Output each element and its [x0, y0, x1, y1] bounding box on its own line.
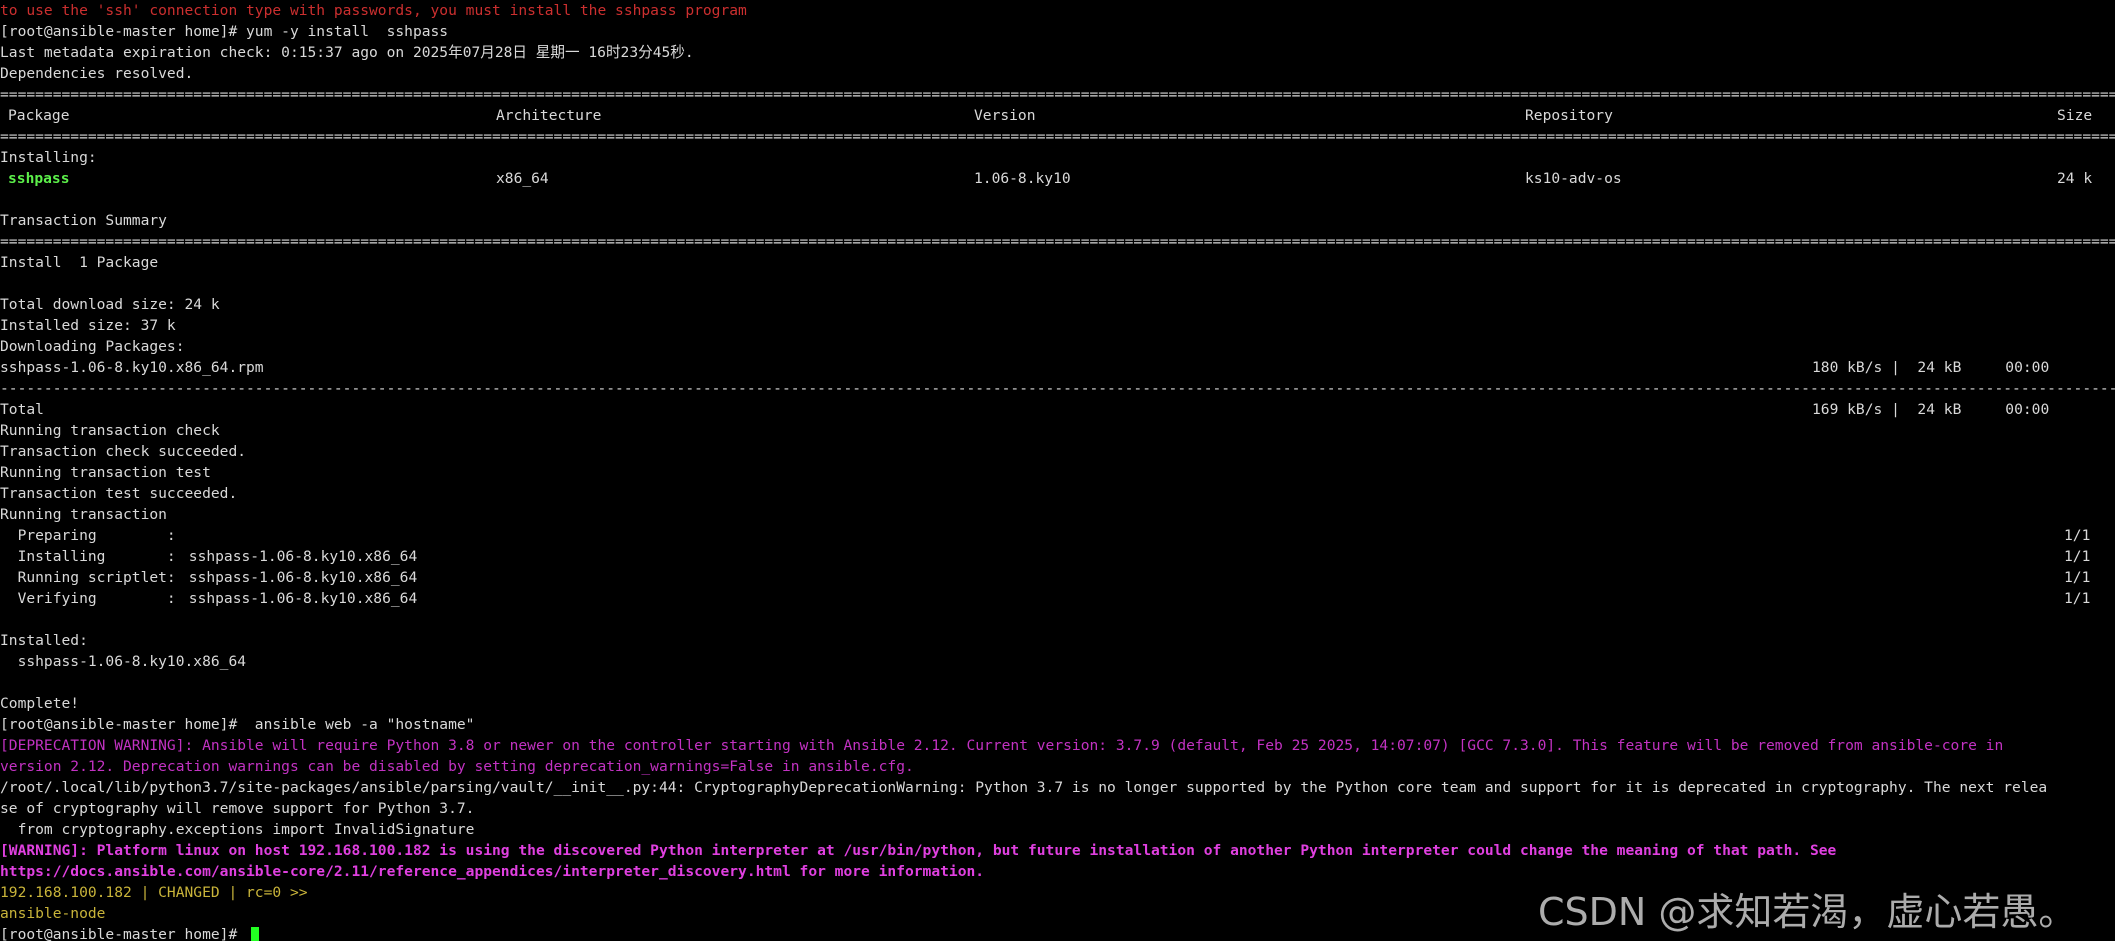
total-label: Total: [0, 401, 44, 418]
check-succeeded-line: Transaction check succeeded.: [0, 443, 247, 460]
step-progress: 1/1: [2064, 569, 2091, 586]
deprecation-warning-line: version 2.12. Deprecation warnings can b…: [0, 758, 914, 775]
row-repository: ks10-adv-os: [1525, 170, 1622, 187]
step-progress: 1/1: [2064, 548, 2091, 565]
test-succeeded-line: Transaction test succeeded.: [0, 485, 238, 502]
separator-line: ========================================…: [0, 233, 2115, 250]
step-label: Installing :: [0, 548, 176, 565]
total-stats: 169 kB/s | 24 kB 00:00: [1812, 401, 2050, 418]
running-test-line: Running transaction test: [0, 464, 211, 481]
running-transaction-line: Running transaction: [0, 506, 167, 523]
header-repository: Repository: [1525, 107, 1613, 124]
prompt-text: [root@ansible-master home]#: [0, 926, 247, 941]
running-check-line: Running transaction check: [0, 422, 220, 439]
table-row: sshpass x86_64 1.06-8.ky10 ks10-adv-os 2…: [0, 168, 2115, 189]
total-row: Total 169 kB/s | 24 kB 00:00: [0, 399, 2115, 420]
header-size: Size: [2057, 107, 2093, 124]
table-header-row: Package Architecture Version Repository …: [0, 105, 2115, 126]
crypto-warning-line: from cryptography.exceptions import Inva…: [0, 821, 475, 838]
step-label: Verifying :: [0, 590, 176, 607]
total-download-size: Total download size: 24 k: [0, 296, 220, 313]
downloading-label: Downloading Packages:: [0, 338, 185, 355]
header-version: Version: [974, 107, 1036, 124]
installing-label: Installing:: [0, 149, 97, 166]
dash-separator-line: ----------------------------------------…: [0, 380, 2115, 397]
step-progress: 1/1: [2064, 527, 2091, 544]
installed-size: Installed size: 37 k: [0, 317, 176, 334]
step-progress: 1/1: [2064, 590, 2091, 607]
command-prompt-yum: [root@ansible-master home]# yum -y insta…: [0, 23, 449, 40]
separator-line: ========================================…: [0, 86, 2115, 103]
crypto-warning-line: se of cryptography will remove support f…: [0, 800, 475, 817]
interpreter-warning-line: https://docs.ansible.com/ansible-core/2.…: [0, 863, 985, 880]
command-prompt-ansible: [root@ansible-master home]# ansible web …: [0, 716, 475, 733]
transaction-step-row: Running scriptlet: sshpass-1.06-8.ky10.x…: [0, 567, 2115, 588]
transaction-step-row: Verifying : sshpass-1.06-8.ky10.x86_64 1…: [0, 588, 2115, 609]
step-package: sshpass-1.06-8.ky10.x86_64: [180, 569, 418, 586]
download-filename: sshpass-1.06-8.ky10.x86_64.rpm: [0, 359, 264, 376]
csdn-watermark: CSDN @求知若渴，虚心若愚。: [1538, 890, 2077, 934]
step-package: sshpass-1.06-8.ky10.x86_64: [180, 590, 418, 607]
terminal-window[interactable]: to use the 'ssh' connection type with pa…: [0, 0, 2115, 941]
deprecation-warning-line: [DEPRECATION WARNING]: Ansible will requ…: [0, 737, 2004, 754]
sshpass-error-line: to use the 'ssh' connection type with pa…: [0, 2, 747, 19]
transaction-step-row: Preparing : 1/1: [0, 525, 2115, 546]
installed-label: Installed:: [0, 632, 88, 649]
dependencies-line: Dependencies resolved.: [0, 65, 194, 82]
row-version: 1.06-8.ky10: [974, 170, 1071, 187]
installed-package: sshpass-1.06-8.ky10.x86_64: [0, 653, 247, 670]
separator-line: ========================================…: [0, 128, 2115, 145]
row-package-name: sshpass: [8, 170, 70, 187]
transaction-summary-heading: Transaction Summary: [0, 212, 167, 229]
interpreter-warning-line: [WARNING]: Platform linux on host 192.16…: [0, 842, 1837, 859]
row-architecture: x86_64: [496, 170, 549, 187]
crypto-warning-line: /root/.local/lib/python3.7/site-packages…: [0, 779, 2048, 796]
transaction-step-row: Installing : sshpass-1.06-8.ky10.x86_64 …: [0, 546, 2115, 567]
download-progress-row: sshpass-1.06-8.ky10.x86_64.rpm 180 kB/s …: [0, 357, 2115, 378]
metadata-line: Last metadata expiration check: 0:15:37 …: [0, 44, 694, 61]
step-label: Running scriptlet:: [0, 569, 176, 586]
download-stats: 180 kB/s | 24 kB 00:00: [1812, 359, 2050, 376]
header-architecture: Architecture: [496, 107, 602, 124]
text-cursor: [251, 927, 259, 941]
step-package: sshpass-1.06-8.ky10.x86_64: [180, 548, 418, 565]
step-label: Preparing :: [0, 527, 176, 544]
row-size: 24 k: [2057, 170, 2093, 187]
header-package: Package: [8, 107, 70, 124]
install-count-line: Install 1 Package: [0, 254, 159, 271]
complete-line: Complete!: [0, 695, 80, 712]
